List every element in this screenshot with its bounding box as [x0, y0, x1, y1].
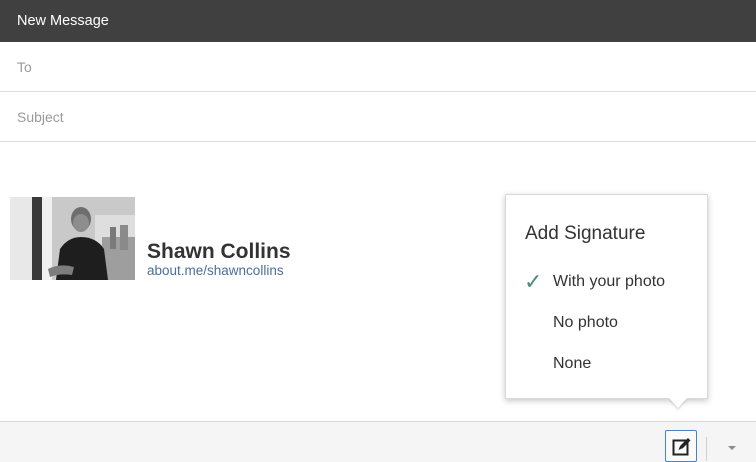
subject-input[interactable] — [17, 92, 737, 141]
add-signature-popup: Add Signature ✓ With your photo No photo… — [505, 194, 708, 399]
to-input[interactable] — [17, 42, 737, 91]
bottom-toolbar — [0, 421, 756, 462]
more-options-button[interactable] — [722, 440, 742, 456]
option-label: None — [553, 355, 592, 372]
chevron-down-icon — [728, 446, 736, 450]
option-label: With your photo — [553, 273, 666, 290]
signature-link[interactable]: about.me/shawncollins — [147, 263, 284, 278]
window-header: New Message — [0, 0, 756, 42]
option-no-photo[interactable]: No photo — [506, 306, 707, 340]
checkmark-icon: ✓ — [524, 269, 543, 294]
subject-field-row — [0, 92, 756, 142]
popup-pointer — [669, 398, 687, 408]
signature-name: Shawn Collins — [147, 240, 291, 263]
option-label: No photo — [553, 314, 618, 331]
option-none[interactable]: None — [506, 347, 707, 381]
edit-signature-icon — [672, 438, 691, 456]
window-title: New Message — [17, 13, 109, 29]
person-photo-icon — [10, 197, 135, 280]
toolbar-divider — [706, 437, 707, 461]
to-field-row — [0, 42, 756, 92]
popup-title: Add Signature — [525, 223, 646, 244]
insert-signature-button[interactable] — [665, 430, 697, 462]
option-with-photo[interactable]: ✓ With your photo — [506, 265, 707, 299]
signature-photo — [10, 197, 135, 280]
